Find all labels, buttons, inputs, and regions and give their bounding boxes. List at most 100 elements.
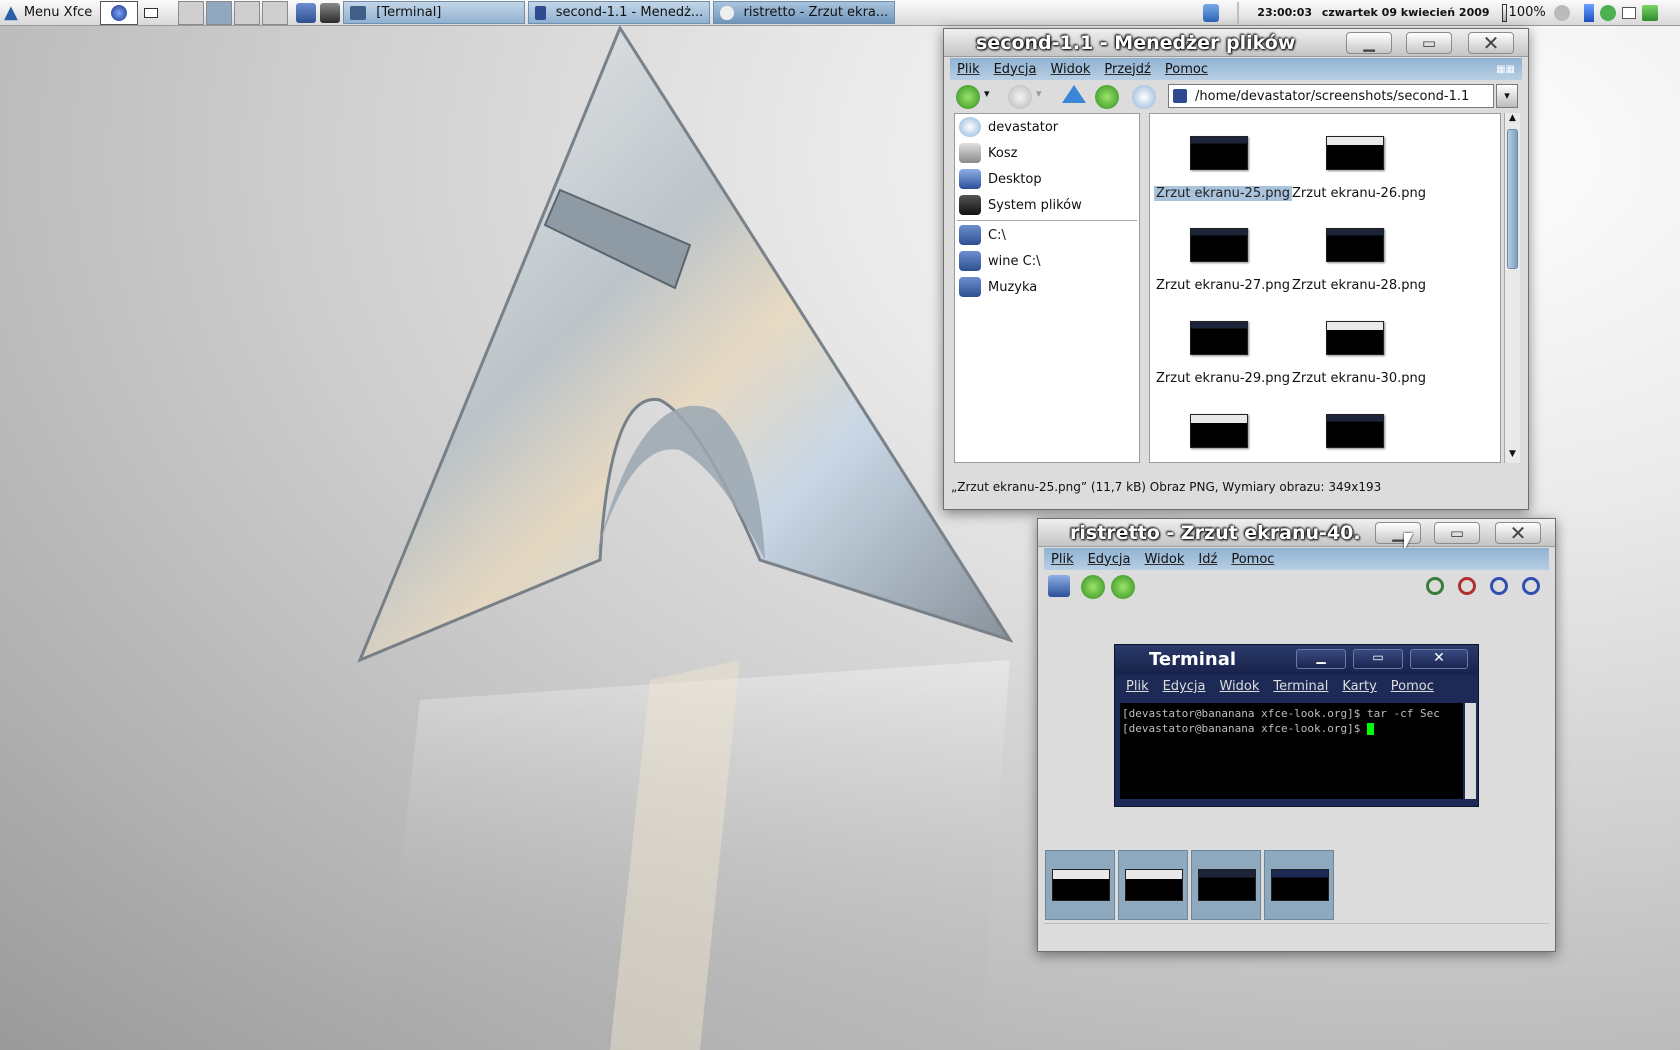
file-name-label[interactable]: Zrzut ekranu-30.png — [1290, 371, 1428, 386]
file-name-label[interactable]: Zrzut ekranu-26.png — [1290, 186, 1428, 201]
file-thumbnail[interactable] — [1190, 414, 1248, 448]
notification-icon[interactable] — [1203, 3, 1220, 22]
back-icon[interactable] — [956, 85, 980, 109]
menu-edycja[interactable]: Edycja — [987, 62, 1044, 77]
battery-indicator[interactable]: 100% — [1501, 3, 1546, 22]
drive-icon — [959, 195, 981, 215]
file-name-label[interactable]: Zrzut ekranu-29.png — [1154, 371, 1292, 386]
file-icon-view: Zrzut ekranu-25.png Zrzut ekranu-26.png … — [1149, 113, 1501, 463]
task-image-viewer[interactable]: ristretto - Zrzut ekra... — [713, 1, 896, 24]
menu-przejdz[interactable]: Przejdź — [1097, 62, 1157, 77]
file-manager-titlebar[interactable]: second-1.1 - Menedżer plików ▁ ▭ ✕ — [944, 29, 1528, 57]
menubar-grip-icon: ▦▦ — [1496, 63, 1515, 75]
trash-icon — [959, 143, 981, 163]
file-thumbnail[interactable] — [1190, 136, 1248, 170]
workspace-4[interactable] — [262, 0, 289, 25]
file-name-label[interactable]: Zrzut ekranu-28.png — [1290, 278, 1428, 293]
image-viewer-window: ristretto - Zrzut ekranu-40. ▁ ▭ ✕ Plik … — [1037, 518, 1556, 952]
next-image-icon[interactable] — [1111, 575, 1135, 599]
thumbnail-strip-item[interactable] — [1045, 850, 1115, 920]
menu-pomoc[interactable]: Pomoc — [1224, 552, 1281, 567]
menu-plik[interactable]: Plik — [950, 62, 987, 77]
previous-image-icon[interactable] — [1081, 575, 1105, 599]
menu-widok[interactable]: Widok — [1137, 552, 1191, 567]
close-button[interactable]: ✕ — [1468, 31, 1514, 55]
power-icon[interactable] — [1553, 4, 1570, 21]
image-viewer-launcher-icon[interactable] — [320, 2, 341, 23]
terminal-image-menubar: Plik Edycja Widok Terminal Karty Pomoc — [1126, 679, 1434, 694]
reload-icon[interactable] — [1095, 85, 1119, 109]
network-icon[interactable] — [1641, 4, 1658, 21]
file-thumbnail[interactable] — [1326, 228, 1384, 262]
menu-plik[interactable]: Plik — [1044, 552, 1081, 567]
up-icon[interactable] — [1062, 85, 1086, 103]
menu-widok[interactable]: Widok — [1043, 62, 1097, 77]
file-thumbnail[interactable] — [1326, 414, 1384, 448]
sidebar-item-c-drive[interactable]: C:\ — [959, 224, 1006, 246]
zoom-out-icon[interactable] — [1458, 577, 1476, 595]
menu-idz[interactable]: Idź — [1191, 552, 1224, 567]
workspace-3[interactable] — [234, 0, 261, 25]
zoom-fit-icon[interactable] — [1490, 577, 1508, 595]
side-pane: devastator Kosz Desktop System plików C:… — [954, 113, 1140, 463]
file-view-scrollbar[interactable]: ▲ ▼ — [1504, 113, 1520, 463]
home-icon[interactable] — [1132, 85, 1156, 109]
home-icon — [959, 117, 981, 137]
terminal-icon — [350, 5, 367, 20]
messages-icon[interactable] — [1621, 6, 1636, 19]
location-dropdown-button[interactable]: ▾ — [1496, 84, 1518, 108]
displayed-image: Terminal ▁ ▭ ✕ Plik Edycja Widok Termina… — [1114, 644, 1479, 807]
folder-icon — [959, 251, 981, 271]
minimize-button[interactable]: ▁ — [1346, 32, 1392, 54]
sidebar-item-desktop[interactable]: Desktop — [959, 168, 1042, 190]
sidebar-divider — [957, 220, 1137, 221]
thumbnail-strip-item[interactable] — [1118, 850, 1188, 920]
show-desktop-icon[interactable] — [144, 7, 159, 18]
minimize-button[interactable]: ▁ — [1375, 522, 1421, 544]
thumbnail-strip-item[interactable] — [1191, 850, 1261, 920]
forward-icon[interactable] — [1008, 85, 1032, 109]
window-title: second-1.1 - Menedżer plików — [976, 32, 1296, 54]
file-name-label[interactable]: Zrzut ekranu-27.png — [1154, 278, 1292, 293]
image-viewer-menubar: Plik Edycja Widok Idź Pomoc — [1044, 548, 1549, 570]
file-thumbnail[interactable] — [1326, 136, 1384, 170]
menu-pomoc[interactable]: Pomoc — [1158, 62, 1215, 77]
folder-icon — [959, 225, 981, 245]
scrollbar-thumb[interactable] — [1507, 129, 1518, 269]
update-icon[interactable] — [1599, 4, 1616, 21]
xfce-menu-button[interactable]: ▲ Menu Xfce — [0, 1, 96, 25]
sidebar-item-devastator[interactable]: devastator — [959, 116, 1058, 138]
sidebar-item-muzyka[interactable]: Muzyka — [959, 276, 1037, 298]
browser-launcher-icon[interactable] — [100, 0, 139, 25]
scroll-up-arrow-icon[interactable]: ▲ — [1505, 113, 1520, 127]
location-bar[interactable]: /home/devastator/screenshots/second-1.1 — [1168, 84, 1494, 108]
battery-icon — [1501, 3, 1507, 22]
zoom-in-icon[interactable] — [1426, 577, 1444, 595]
workspace-2[interactable] — [206, 0, 233, 25]
task-file-manager[interactable]: second-1.1 - Menedż... — [528, 1, 711, 24]
sidebar-item-kosz[interactable]: Kosz — [959, 142, 1017, 164]
close-button[interactable]: ✕ — [1495, 521, 1541, 545]
filemanager-launcher-icon[interactable] — [296, 2, 317, 23]
image-viewer-titlebar[interactable]: ristretto - Zrzut ekranu-40. ▁ ▭ ✕ — [1038, 519, 1555, 547]
file-name-label[interactable]: Zrzut ekranu-25.png — [1154, 186, 1292, 201]
thumbnail-strip-item-current[interactable] — [1264, 850, 1334, 920]
forward-history-dropdown-icon: ▾ — [1036, 87, 1042, 100]
maximize-button[interactable]: ▭ — [1434, 522, 1480, 544]
keyboard-layout-icon[interactable] — [1583, 3, 1594, 22]
file-thumbnail[interactable] — [1190, 321, 1248, 355]
terminal-cursor — [1367, 723, 1375, 735]
scroll-down-arrow-icon[interactable]: ▼ — [1505, 449, 1520, 463]
open-file-icon[interactable] — [1048, 575, 1070, 597]
file-thumbnail[interactable] — [1190, 228, 1248, 262]
task-terminal[interactable]: [Terminal] — [343, 1, 526, 24]
file-thumbnail[interactable] — [1326, 321, 1384, 355]
menu-edycja[interactable]: Edycja — [1081, 552, 1138, 567]
zoom-original-icon[interactable] — [1522, 577, 1540, 595]
clock[interactable]: 23:00:03 czwartek 09 kwiecień 2009 — [1257, 6, 1489, 19]
back-history-dropdown-icon[interactable]: ▾ — [984, 87, 990, 100]
sidebar-item-wine-c[interactable]: wine C:\ — [959, 250, 1040, 272]
maximize-button[interactable]: ▭ — [1406, 32, 1452, 54]
sidebar-item-filesystem[interactable]: System plików — [959, 194, 1082, 216]
workspace-1[interactable] — [178, 0, 205, 25]
